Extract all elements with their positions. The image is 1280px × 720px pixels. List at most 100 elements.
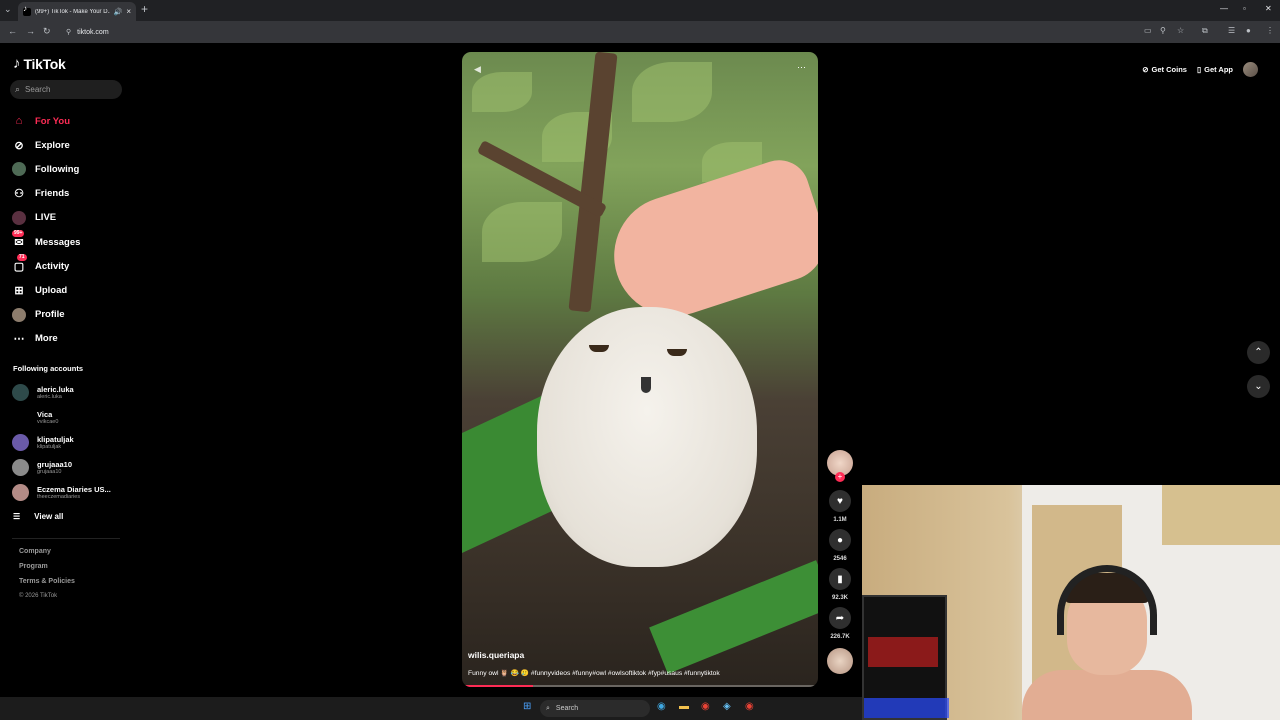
upload-icon: ⊞ [14, 284, 24, 297]
video-player[interactable]: ◀ ⋯ wilis.queriapa Funny owl 🦉 😂 🥲 #funn… [462, 52, 818, 687]
tab-search-icon[interactable]: ⌄ [4, 4, 12, 15]
account-item[interactable]: Vica vvikcae0 [12, 405, 111, 430]
account-item[interactable]: klipatuljak klipatuljak [12, 430, 111, 455]
steam-icon[interactable]: ◈ [723, 701, 731, 712]
chrome-icon[interactable]: ◉ [701, 701, 710, 712]
like-action[interactable]: ♥ 1.1M [829, 490, 851, 523]
zoom-icon[interactable]: ⚲ [1160, 26, 1166, 35]
footer-program-link[interactable]: Program [19, 563, 75, 578]
nav-item-profile[interactable]: Profile [12, 303, 80, 327]
tab-title: (99+) TikTok - Make Your D... [35, 8, 110, 15]
cast-icon[interactable]: ▭ [1144, 26, 1152, 35]
tiktok-note-icon: ♪ [13, 55, 21, 72]
footer-terms-link[interactable]: Terms & Policies [19, 578, 75, 593]
get-coins-button[interactable]: ⊘ Get Coins [1142, 65, 1187, 74]
share-icon[interactable]: ➦ [829, 607, 851, 629]
account-item[interactable]: Eczema Diaries US... theeczemadiaries [12, 480, 111, 505]
share-action[interactable]: ➦ 226.7K [829, 607, 851, 640]
maximize-icon[interactable]: ▫ [1243, 4, 1246, 13]
back-icon[interactable]: ← [8, 26, 17, 36]
compass-icon: ⊘ [14, 139, 24, 152]
site-info-icon[interactable]: ⚲ [66, 28, 71, 36]
nav-item-friends[interactable]: ⚇ Friends [12, 182, 80, 206]
save-count: 92.3K [831, 595, 848, 601]
webcam-overlay [862, 485, 1280, 720]
following-accounts-title: Following accounts [13, 364, 84, 373]
creator-avatar[interactable]: + [827, 450, 853, 482]
next-video-button[interactable]: ⌄ [1247, 375, 1270, 398]
account-handle: vvikcae0 [37, 419, 59, 425]
previous-video-button[interactable]: ⌃ [1247, 341, 1270, 364]
nav-item-explore[interactable]: ⊘ Explore [12, 133, 80, 157]
account-item[interactable]: aleric.luka aleric.luka [12, 380, 111, 405]
minimize-icon[interactable]: — [1220, 4, 1228, 13]
speaker-icon[interactable]: 🔊 [114, 8, 123, 16]
account-handle: theeczemadiaries [37, 494, 81, 500]
search-box[interactable]: ⌕ [10, 80, 122, 99]
video-username[interactable]: wilis.queriapa [468, 650, 524, 660]
address-bar[interactable]: ⚲ tiktok.com [60, 24, 1140, 40]
heart-icon[interactable]: ♥ [829, 490, 851, 512]
profile-avatar-icon [12, 307, 26, 322]
footer-company-link[interactable]: Company [19, 548, 75, 563]
nav-item-activity[interactable]: ▢ 71 Activity [12, 254, 80, 278]
window-close-icon[interactable]: ✕ [1265, 4, 1272, 13]
tiktok-favicon-icon [23, 4, 31, 16]
music-disc-icon[interactable] [827, 648, 853, 674]
nav-item-for-you[interactable]: ⌂ For You [12, 109, 80, 133]
account-avatar [12, 459, 29, 476]
get-app-button[interactable]: ▯ Get App [1197, 65, 1233, 74]
bookmark-icon[interactable]: ▮ [829, 568, 851, 590]
file-explorer-icon[interactable]: ▬ [679, 701, 689, 712]
owl-beak [641, 377, 651, 393]
edge-icon[interactable]: ◉ [657, 701, 666, 712]
video-foliage [472, 72, 532, 112]
new-tab-icon[interactable]: + [141, 2, 148, 16]
taskbar-search[interactable]: ⌕ Search [540, 700, 650, 717]
nav-item-live[interactable]: LIVE [12, 206, 80, 230]
forward-icon[interactable]: → [26, 26, 35, 36]
url-text: tiktok.com [77, 28, 109, 36]
tab-close-icon[interactable]: × [126, 7, 131, 16]
browser-tab-tiktok[interactable]: (99+) TikTok - Make Your D... 🔊 × [18, 2, 136, 21]
reload-icon[interactable]: ↻ [43, 26, 51, 37]
search-icon: ⌕ [15, 84, 21, 94]
video-more-icon[interactable]: ⋯ [797, 62, 806, 73]
browser-menu-icon[interactable]: ⋮ [1266, 26, 1274, 35]
account-name: klipatuljak [37, 435, 74, 444]
like-count: 1.1M [833, 517, 847, 523]
tiktok-logo[interactable]: ♪ TikTok [13, 55, 66, 72]
view-all-link[interactable]: ☰ View all [13, 512, 63, 521]
browser-profile-icon[interactable]: ● [1246, 26, 1251, 35]
nav-item-following[interactable]: Following [12, 157, 80, 181]
comment-action[interactable]: ● 2546 [829, 529, 851, 562]
reading-list-icon[interactable]: ☰ [1228, 26, 1235, 35]
windows-start-icon[interactable]: ⊞ [523, 701, 531, 712]
chrome-active-icon[interactable]: ◉ [745, 701, 754, 712]
webcam-cabinet [1162, 485, 1280, 545]
nav-item-more[interactable]: ⋯ More [12, 327, 80, 351]
comment-icon[interactable]: ● [829, 529, 851, 551]
volume-icon[interactable]: ◀ [474, 64, 481, 75]
extensions-icon[interactable]: ⧉ [1202, 26, 1208, 36]
account-avatar [12, 384, 29, 401]
nav-label: Activity [35, 260, 70, 272]
top-right-actions: ⊘ Get Coins ▯ Get App [1142, 62, 1258, 77]
video-progress-bar[interactable] [462, 685, 818, 687]
account-item[interactable]: grujaaa10 grujaaa10 [12, 455, 111, 480]
nav-item-messages[interactable]: ✉ 99+ Messages [12, 230, 80, 254]
sidebar-footer: Company Program Terms & Policies © 2026 … [19, 548, 75, 608]
nav-label: Friends [35, 188, 70, 200]
save-action[interactable]: ▮ 92.3K [829, 568, 851, 601]
follow-plus-icon[interactable]: + [835, 472, 845, 482]
owl-eye [667, 349, 687, 356]
get-app-label: Get App [1204, 65, 1233, 74]
nav-item-upload[interactable]: ⊞ Upload [12, 278, 80, 302]
account-handle: klipatuljak [37, 444, 62, 450]
account-name: grujaaa10 [37, 460, 73, 469]
phone-icon: ▯ [1196, 65, 1202, 74]
nav-label: Explore [35, 139, 70, 151]
search-input[interactable] [25, 85, 106, 94]
user-avatar[interactable] [1243, 62, 1258, 77]
bookmark-star-icon[interactable]: ☆ [1177, 26, 1184, 35]
